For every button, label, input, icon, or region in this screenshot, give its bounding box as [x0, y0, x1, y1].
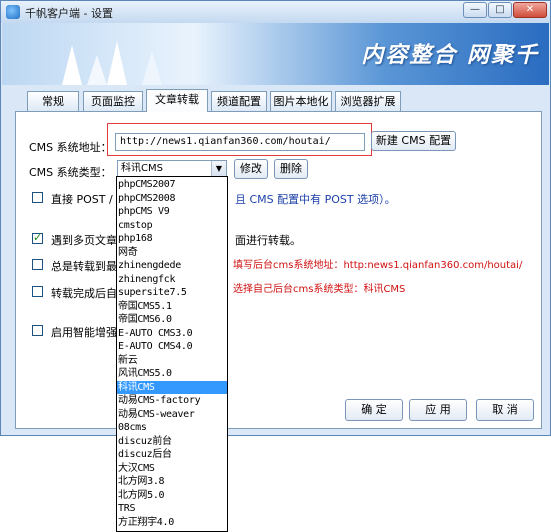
restore-button[interactable]: □: [488, 2, 512, 18]
dropdown-option[interactable]: supersite7.5: [117, 286, 227, 299]
dropdown-option[interactable]: E-AUTO CMS3.0: [117, 327, 227, 340]
dropdown-option[interactable]: 风讯CMS5.0: [117, 367, 227, 380]
sail-decoration: [142, 51, 162, 85]
dropdown-option[interactable]: 科讯CMS: [117, 380, 227, 394]
dropdown-option[interactable]: 帝国CMS6.0: [117, 313, 227, 326]
smart-enhance-checkbox[interactable]: [32, 325, 43, 336]
dropdown-option[interactable]: phpCMS V9: [117, 205, 227, 218]
dropdown-option[interactable]: phpCMS2007: [117, 178, 227, 191]
dropdown-option[interactable]: phpCMS2008: [117, 192, 227, 205]
dropdown-option[interactable]: discuz后台: [117, 448, 227, 461]
cms-type-dropdown-list[interactable]: phpCMS2007 phpCMS2008 phpCMS V9 cmstop php16…: [116, 176, 228, 532]
chevron-down-icon[interactable]: ▼: [211, 161, 226, 177]
window-title: 千帆客户端 - 设置: [25, 7, 113, 20]
dropdown-option[interactable]: 北方网3.8: [117, 475, 227, 488]
always-repost-checkbox[interactable]: [32, 259, 43, 270]
dropdown-option[interactable]: 动易CMS-factory: [117, 394, 227, 407]
cms-address-label: CMS 系统地址：: [29, 141, 112, 154]
direct-post-hint: 且 CMS 配置中有 POST 选项）。: [235, 193, 396, 206]
dropdown-option[interactable]: E-AUTO CMS4.0: [117, 340, 227, 353]
direct-post-checkbox[interactable]: [32, 192, 43, 203]
dropdown-option[interactable]: TRS: [117, 502, 227, 515]
cms-type-label: CMS 系统类型：: [29, 166, 112, 179]
edit-button[interactable]: 修改: [234, 159, 268, 179]
sail-decoration: [87, 55, 107, 85]
dropdown-option[interactable]: 帝国CMS5.1: [117, 300, 227, 313]
header-banner: 内容整合 网聚千: [2, 23, 549, 85]
settings-window: 千帆客户端 - 设置 — □ ✕ 内容整合 网聚千 常规 页面监控 文章转载 频…: [0, 0, 551, 436]
apply-button[interactable]: 应 用: [409, 399, 467, 421]
tab-browser-extension[interactable]: 浏览器扩展: [335, 91, 401, 111]
dropdown-option[interactable]: 大汉CMS: [117, 462, 227, 475]
tab-image-localize[interactable]: 图片本地化: [270, 91, 332, 111]
dropdown-option[interactable]: zhinengdede: [117, 259, 227, 272]
direct-post-label: 直接 POST /: [51, 193, 113, 206]
tab-bar: 常规 页面监控 文章转载 频道配置 图片本地化 浏览器扩展: [19, 89, 539, 112]
dropdown-option[interactable]: 动易CMS-weaver: [117, 408, 227, 421]
dropdown-option[interactable]: cmstop: [117, 219, 227, 232]
after-repost-checkbox[interactable]: [32, 286, 43, 297]
minimize-button[interactable]: —: [463, 2, 487, 18]
dropdown-option[interactable]: 08cms: [117, 421, 227, 434]
multipage-checkbox[interactable]: [32, 231, 43, 244]
multipage-label-suffix: 面进行转载。: [235, 234, 301, 247]
delete-button[interactable]: 删除: [274, 159, 308, 179]
cms-type-selected-value: 科讯CMS: [121, 163, 163, 174]
banner-slogan: 内容整合 网聚千: [361, 43, 539, 68]
tab-general[interactable]: 常规: [27, 91, 79, 111]
dropdown-option[interactable]: 北方网5.0: [117, 489, 227, 502]
cancel-button[interactable]: 取 消: [476, 399, 534, 421]
dropdown-option[interactable]: php168: [117, 232, 227, 245]
instruction-type: 选择自己后台cms系统类型：科讯CMS: [233, 284, 406, 295]
ok-button[interactable]: 确 定: [345, 399, 403, 421]
tab-channel-config[interactable]: 频道配置: [211, 91, 267, 111]
sail-decoration: [62, 45, 82, 85]
dropdown-option[interactable]: zhinengfck: [117, 273, 227, 286]
app-logo-icon: [6, 5, 20, 19]
after-repost-label: 转载完成后自: [51, 287, 117, 300]
sail-decoration: [107, 41, 127, 85]
cms-address-input[interactable]: http://news1.qianfan360.com/houtai/: [115, 133, 365, 151]
smart-enhance-label: 启用智能增强: [51, 326, 117, 339]
multipage-label: 遇到多页文章: [51, 234, 117, 247]
dropdown-option[interactable]: 方正翔宇4.0: [117, 516, 227, 529]
tab-article-repost[interactable]: 文章转载: [146, 89, 208, 112]
dropdown-option[interactable]: discuz前台: [117, 435, 227, 448]
dropdown-option[interactable]: 网奇: [117, 246, 227, 259]
tab-page-monitor[interactable]: 页面监控: [83, 91, 143, 111]
new-cms-config-button[interactable]: 新建 CMS 配置: [371, 131, 456, 151]
instruction-address: 填写后台cms系统地址：http:news1.qianfan360.com/ho…: [233, 260, 523, 271]
always-repost-label: 总是转载到最: [51, 260, 117, 273]
title-bar[interactable]: 千帆客户端 - 设置 — □ ✕: [1, 1, 550, 23]
dropdown-option[interactable]: 新云: [117, 354, 227, 367]
close-button[interactable]: ✕: [513, 2, 547, 18]
